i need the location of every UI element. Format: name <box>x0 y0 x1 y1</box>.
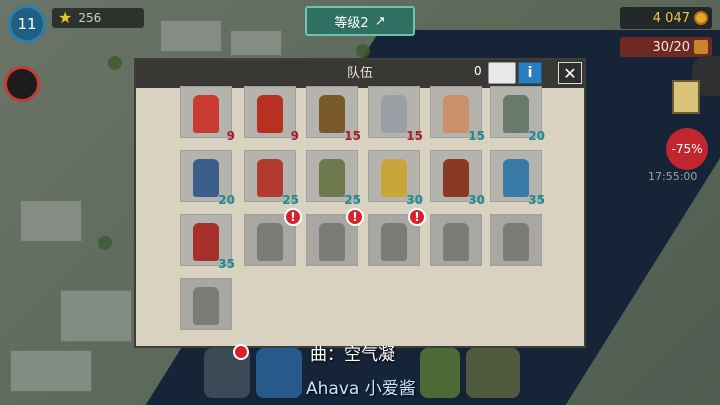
map-building <box>60 290 132 342</box>
roster-slot-commando[interactable] <box>430 214 482 266</box>
roster-slot-flamethrower-soldier[interactable]: 20 <box>180 150 235 207</box>
roster-slot-chainsaw-maniac[interactable] <box>180 278 232 330</box>
commander-avatar[interactable] <box>4 66 40 102</box>
sale-badge[interactable]: -75% <box>666 128 708 170</box>
soldier-button[interactable] <box>420 348 460 398</box>
unit-cost: 30 <box>406 193 423 207</box>
card-count: 0 <box>474 64 482 78</box>
map-building <box>160 20 222 52</box>
roster-slot-medkit[interactable]: 9 <box>180 86 235 143</box>
level-up-label: 等级2 <box>334 15 369 31</box>
firefighter-icon <box>443 159 469 197</box>
arrow-up-right-icon: ↗ <box>374 13 386 29</box>
police-officer-icon <box>257 223 283 261</box>
roster-slot-sniper[interactable]: 20 <box>490 86 545 143</box>
helmet-soldier-icon <box>381 159 407 197</box>
map-tree <box>108 56 122 70</box>
team-panel: 队伍 9 9 15 15 15 20 20 25 25 30 30 35 35!!! <box>134 58 586 348</box>
molotov-icon <box>319 95 345 133</box>
coin-counter: 4 047 <box>620 7 712 29</box>
coin-icon <box>694 11 708 25</box>
map-building <box>230 30 282 56</box>
blue-cap-shooter-icon <box>503 159 529 197</box>
unlock-alert-icon: ! <box>284 208 302 226</box>
chainsaw-maniac-icon <box>193 287 219 325</box>
roster-slot-lumberjack[interactable]: 35 <box>180 214 235 271</box>
roster-slot-shirtless-fighter[interactable]: 15 <box>430 86 485 143</box>
unit-cost: 25 <box>282 193 299 207</box>
roster-slot-gas-canister[interactable]: 15 <box>368 86 423 143</box>
info-button[interactable]: i <box>518 62 542 84</box>
roster-slot-firefighter[interactable]: 30 <box>430 150 485 207</box>
roster-slot-helmet-soldier[interactable]: 30 <box>368 150 423 207</box>
unit-cost: 9 <box>290 129 299 143</box>
unlock-alert-icon: ! <box>408 208 426 226</box>
red-cap-survivor-icon <box>257 159 283 197</box>
unit-cost: 35 <box>218 257 235 271</box>
roster-slot-riot-trooper[interactable] <box>490 214 542 266</box>
unit-cost: 9 <box>226 129 235 143</box>
green-cap-gunner-icon <box>319 159 345 197</box>
sale-badge-text: -75% <box>671 142 703 156</box>
heavy-gunner-icon <box>381 223 407 261</box>
riot-trooper-icon <box>503 223 529 261</box>
player-level-badge[interactable]: 11 <box>8 5 46 43</box>
gamepad-alert-badge <box>233 344 249 360</box>
sale-timer: 17:55:00 <box>648 170 698 183</box>
unit-cost: 30 <box>468 193 485 207</box>
unit-cost: 25 <box>344 193 361 207</box>
unlock-alert-icon: ! <box>346 208 364 226</box>
map-tree <box>98 236 112 250</box>
close-button[interactable]: ✕ <box>558 62 582 84</box>
shirtless-fighter-icon <box>443 95 469 133</box>
clipboard-icon[interactable] <box>672 80 700 114</box>
subtitle-line-1: 曲：空气凝 <box>310 345 395 365</box>
roster-slot-red-cap-survivor[interactable]: 25 <box>244 150 299 207</box>
crate-button[interactable] <box>466 348 520 398</box>
roster-slot-molotov[interactable]: 15 <box>306 86 361 143</box>
unit-cost: 20 <box>218 193 235 207</box>
map-tree <box>356 44 370 58</box>
unit-cost: 15 <box>406 129 423 143</box>
soldier-icon <box>319 223 345 261</box>
lumberjack-icon <box>193 223 219 261</box>
population-text: 30/20 <box>652 39 690 55</box>
sniper-icon <box>503 95 529 133</box>
panel-title: 队伍 <box>346 66 373 81</box>
roster-slot-green-cap-gunner[interactable]: 25 <box>306 150 361 207</box>
map-building <box>10 350 92 392</box>
unit-cost: 20 <box>528 129 545 143</box>
card-pack-icon <box>488 62 516 84</box>
roster-slot-blue-cap-shooter[interactable]: 35 <box>490 150 545 207</box>
population-counter: 30/20 <box>620 37 712 57</box>
gas-canister-icon <box>381 95 407 133</box>
medkit-icon <box>193 95 219 133</box>
level-up-button[interactable]: 等级2 ↗ <box>305 6 415 36</box>
star-counter: ★ 256 <box>52 8 144 28</box>
unit-cost: 15 <box>344 129 361 143</box>
star-icon: ★ <box>58 8 73 27</box>
radio-button[interactable] <box>256 348 302 398</box>
population-icon <box>694 40 708 54</box>
commando-icon <box>443 223 469 261</box>
unit-cost: 35 <box>528 193 545 207</box>
player-level-text: 11 <box>17 15 37 33</box>
coin-count-text: 4 047 <box>652 10 690 26</box>
flamethrower-soldier-icon <box>193 159 219 197</box>
map-building <box>20 200 82 242</box>
roster-slot-fuel-barrel[interactable]: 9 <box>244 86 299 143</box>
panel-header: 队伍 <box>136 60 584 88</box>
unit-cost: 15 <box>468 129 485 143</box>
star-count-text: 256 <box>78 11 102 25</box>
fuel-barrel-icon <box>257 95 283 133</box>
